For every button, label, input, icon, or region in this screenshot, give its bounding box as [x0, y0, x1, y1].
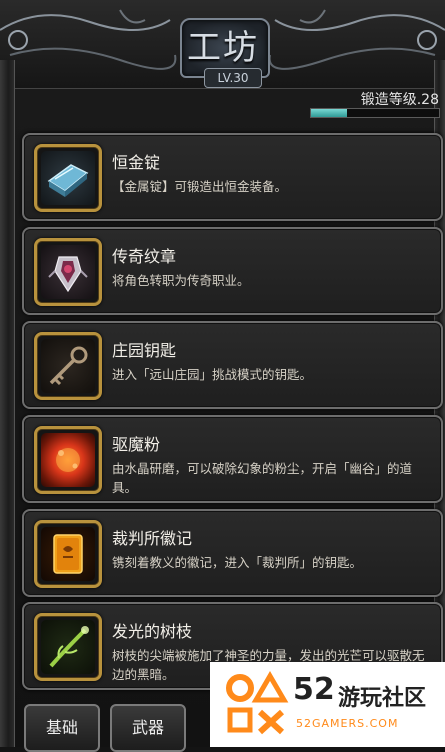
- watermark-url: 52GAMERS.COM: [296, 717, 399, 730]
- tribunal-badge-icon: [41, 527, 95, 581]
- watermark-logo-icon: [226, 671, 289, 735]
- forge-progress-fill: [311, 109, 347, 117]
- workshop-level-badge: LV.30: [204, 68, 262, 88]
- item-row-zhuang-yuan-yao-shi[interactable]: 庄园钥匙 进入「远山庄园」挑战模式的钥匙。: [22, 321, 443, 409]
- item-name: 发光的树枝: [112, 622, 193, 641]
- item-name: 驱魔粉: [112, 435, 161, 454]
- item-description: 镌刻着教义的徽记，进入「裁判所」的钥匙。: [112, 555, 363, 570]
- item-icon-frame: [34, 144, 102, 212]
- item-row-qu-mo-fen[interactable]: 驱魔粉 由水晶研磨，可以破除幻象的粉尘，开启「幽谷」的道具。: [22, 415, 443, 503]
- item-description: 由水晶研磨，可以破除幻象的粉尘，开启「幽谷」的道具。: [112, 461, 413, 495]
- item-icon-frame: [34, 238, 102, 306]
- watermark-text: 游玩社区: [338, 686, 427, 711]
- item-row-chuan-qi-wen-zhang[interactable]: 传奇纹章 将角色转职为传奇职业。: [22, 227, 443, 315]
- item-name: 传奇纹章: [112, 247, 177, 266]
- tab-weapons[interactable]: 武器: [110, 704, 186, 752]
- metal-ingot-icon: [41, 151, 95, 205]
- item-row-heng-jin-ding[interactable]: 恒金锭 【金属锭】可锻造出恒金装备。: [22, 133, 443, 221]
- header-bar: 工坊 LV.30: [0, 0, 445, 89]
- item-row-cai-pan-suo-hui-ji[interactable]: 裁判所徽记 镌刻着教义的徽记，进入「裁判所」的钥匙。: [22, 509, 443, 597]
- item-description: 【金属锭】可锻造出恒金装备。: [112, 179, 288, 194]
- item-name: 恒金锭: [112, 153, 161, 172]
- page-title: 工坊: [187, 28, 259, 68]
- item-name: 庄园钥匙: [112, 341, 177, 360]
- forge-progress-bar: [310, 108, 440, 118]
- forge-level-label: 锻造等级.28: [360, 92, 439, 108]
- legend-emblem-icon: [41, 245, 95, 299]
- item-icon-frame: [34, 520, 102, 588]
- item-description: 进入「远山庄园」挑战模式的钥匙。: [112, 367, 313, 382]
- item-name: 裁判所徽记: [112, 529, 193, 548]
- item-icon-frame: [34, 613, 102, 681]
- left-frame-border: [0, 60, 15, 747]
- item-icon-frame: [34, 426, 102, 494]
- glowing-branch-icon: [41, 620, 95, 674]
- key-icon: [41, 339, 95, 393]
- item-icon-frame: [34, 332, 102, 400]
- watermark-number: 52: [293, 672, 335, 707]
- item-description: 将角色转职为传奇职业。: [112, 273, 250, 288]
- tab-basic[interactable]: 基础: [24, 704, 100, 752]
- exorcism-powder-icon: [41, 433, 95, 487]
